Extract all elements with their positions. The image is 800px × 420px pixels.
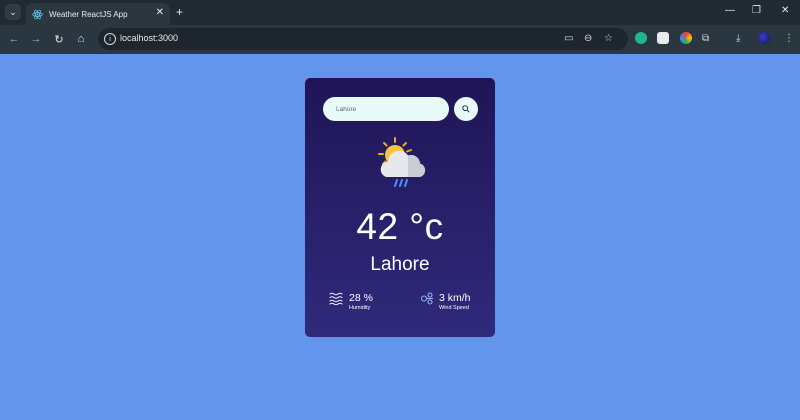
humidity-value: 28 % (349, 292, 373, 304)
humidity-waves-icon (329, 292, 343, 305)
search-icon (462, 105, 470, 113)
address-bar[interactable]: i localhost:3000 ▭ ⊖ ☆ (98, 28, 628, 50)
city-search-input[interactable] (323, 97, 449, 121)
browser-toolbar: ← → ↻ ⌂ i localhost:3000 ▭ ⊖ ☆ ⧉ ⤓ ⋮ (0, 25, 800, 54)
browser-tab[interactable]: Weather ReactJS App ✕ (26, 3, 170, 25)
back-icon[interactable]: ← (6, 31, 22, 47)
minimize-icon[interactable]: — (725, 5, 735, 16)
profile-avatar[interactable] (758, 32, 770, 44)
site-info-icon[interactable]: i (104, 33, 116, 45)
new-tab-icon[interactable]: + (176, 5, 183, 19)
download-icon[interactable]: ⤓ (736, 33, 740, 44)
bookmark-star-icon[interactable]: ☆ (604, 33, 613, 44)
home-icon[interactable]: ⌂ (73, 31, 89, 47)
wind-speed-label: Wind Speed (439, 305, 469, 311)
react-logo-icon (32, 9, 43, 19)
zoom-icon[interactable]: ⊖ (584, 33, 592, 44)
forward-icon[interactable]: → (28, 31, 44, 47)
url-text: localhost:3000 (120, 33, 179, 43)
extension-grid-icon[interactable] (657, 32, 669, 44)
wind-stat: 3 km/h Wind Speed (420, 292, 471, 313)
menu-kebab-icon[interactable]: ⋮ (784, 33, 794, 44)
weather-card: 42 °c Lahore 28 % Humidity 3 km/h (305, 78, 495, 337)
extension-color-icon[interactable] (680, 32, 692, 44)
extensions-puzzle-icon[interactable]: ⧉ (702, 33, 709, 44)
browser-tab-bar: ⌄ Weather ReactJS App ✕ + — ❐ ✕ (0, 0, 800, 25)
sun-cloud-rain-icon (378, 137, 426, 187)
wind-speed-value: 3 km/h (439, 292, 471, 304)
tab-close-icon[interactable]: ✕ (156, 7, 164, 18)
restore-icon[interactable]: ❐ (752, 5, 761, 16)
window-close-icon[interactable]: ✕ (781, 5, 789, 16)
extension-green-icon[interactable] (635, 32, 647, 44)
reload-icon[interactable]: ↻ (51, 31, 67, 47)
humidity-label: Humidity (349, 305, 371, 311)
install-app-icon[interactable]: ▭ (564, 33, 573, 44)
wind-icon (420, 292, 433, 305)
tab-search-chevron-icon[interactable]: ⌄ (5, 4, 21, 20)
search-button[interactable] (454, 97, 478, 121)
humidity-stat: 28 % Humidity (329, 292, 373, 313)
city-name: Lahore (370, 254, 430, 275)
temperature-value: 42 °c (356, 206, 444, 247)
tab-title: Weather ReactJS App (49, 9, 128, 19)
